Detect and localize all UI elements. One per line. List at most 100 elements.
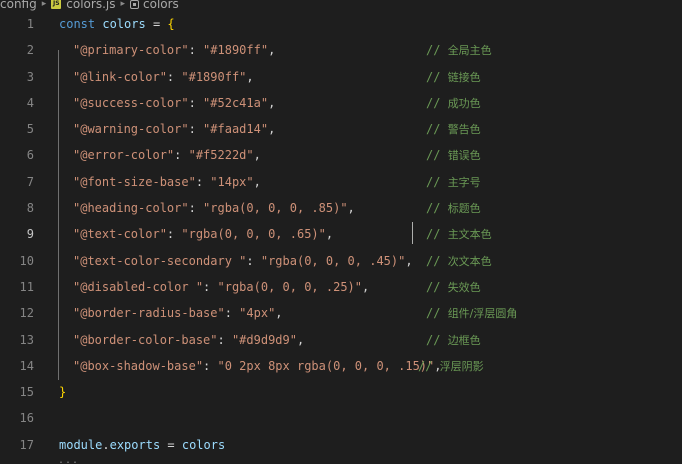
code-comment: // 边框色 xyxy=(426,327,481,354)
chevron-right-icon: ▸ xyxy=(120,0,125,9)
code-line[interactable]: 14 "@box-shadow-base": "0 2px 8px rgba(0,… xyxy=(0,353,682,379)
code-token: module xyxy=(59,437,103,452)
code-token: exports xyxy=(109,437,161,452)
comment-text: 警告色 xyxy=(447,123,481,137)
code-token: "#52c41a" xyxy=(203,95,269,110)
code-token: : xyxy=(203,279,218,294)
code-line[interactable]: 13 "@border-color-base": "#d9d9d9", // 边框色 xyxy=(0,327,682,353)
code-token: } xyxy=(59,385,67,400)
code-comment: // 链接色 xyxy=(426,64,481,91)
code-comment: // 全局主色 xyxy=(426,37,492,64)
comment-text: 次文本色 xyxy=(447,254,492,268)
code-token: "@text-color-secondary " xyxy=(73,253,247,268)
comment-text: 全局主色 xyxy=(447,44,492,58)
code-line[interactable]: 7 "@font-size-base": "14px", // 主字号 xyxy=(0,169,682,195)
code-line[interactable]: 12 "@border-radius-base": "4px", // 组件/浮层圆… xyxy=(0,300,682,326)
line-number: 10 xyxy=(19,253,34,268)
code-token: "@border-color-base" xyxy=(73,332,218,347)
code-text: "@link-color": "#1890ff", xyxy=(73,64,254,90)
code-token: const xyxy=(59,17,103,31)
code-token: , xyxy=(268,43,276,58)
code-token: "@heading-color" xyxy=(73,201,189,216)
code-token: , xyxy=(253,148,261,163)
code-area[interactable]: 1 const colors = {2 "@primary-color": "#18… xyxy=(0,11,682,458)
comment-prefix: // xyxy=(426,122,448,137)
code-comment: // 成功色 xyxy=(426,90,481,117)
line-number: 1 xyxy=(26,17,34,31)
javascript-file-icon: JS xyxy=(51,0,62,9)
code-token: , xyxy=(362,279,370,294)
code-editor[interactable]: config ▸ JS colors.js ▸ colors 1 const co… xyxy=(0,0,682,464)
code-text: "@text-color-secondary ": "rgba(0, 0, 0,… xyxy=(73,248,413,274)
line-number: 3 xyxy=(26,69,34,84)
code-token: "#f5222d" xyxy=(188,148,254,163)
code-token: : xyxy=(246,253,261,268)
breadcrumb-symbol[interactable]: colors xyxy=(143,0,179,11)
code-line[interactable]: 11 "@disabled-color ": "rgba(0, 0, 0, .25… xyxy=(0,274,682,300)
code-line[interactable]: 15} xyxy=(0,379,682,405)
code-token: "#faad14" xyxy=(203,122,269,137)
code-line[interactable]: 16 xyxy=(0,405,682,431)
code-token: : xyxy=(174,148,189,163)
line-number: 7 xyxy=(26,174,34,189)
code-token: "0 2px 8px rgba(0, 0, 0, .15)" xyxy=(217,358,435,373)
code-token: "14px" xyxy=(210,174,254,189)
comment-prefix: // xyxy=(418,358,440,373)
line-number: 15 xyxy=(19,385,34,400)
code-text: "@border-color-base": "#d9d9d9", xyxy=(73,327,304,353)
comment-prefix: // xyxy=(426,306,448,321)
code-line[interactable]: 8 "@heading-color": "rgba(0, 0, 0, .85)",… xyxy=(0,195,682,221)
code-line[interactable]: 1 const colors = { xyxy=(0,11,682,37)
comment-text: 浮层阴影 xyxy=(439,359,484,373)
code-text: "@text-color": "rgba(0, 0, 0, .65)", xyxy=(73,221,333,247)
code-token: = xyxy=(160,437,182,452)
code-line[interactable]: 17 module.exports = colors xyxy=(0,432,682,458)
code-line[interactable]: 5 "@warning-color": "#faad14", // 警告色 xyxy=(0,116,682,142)
code-token: , xyxy=(325,227,334,242)
variable-symbol-icon xyxy=(130,0,139,9)
code-text: "@font-size-base": "14px", xyxy=(73,169,261,195)
comment-prefix: // xyxy=(426,148,448,163)
code-token: colors xyxy=(102,17,146,31)
code-token: "@border-radius-base" xyxy=(73,306,225,321)
code-token: "@font-size-base" xyxy=(73,174,196,189)
line-number: 4 xyxy=(26,95,34,110)
code-token: "rgba(0, 0, 0, .85)" xyxy=(203,201,348,216)
line-number: 13 xyxy=(19,332,34,347)
code-token: : xyxy=(188,43,204,58)
code-token: "#1890ff" xyxy=(203,43,269,58)
code-token: "@box-shadow-base" xyxy=(73,358,204,373)
code-token: : xyxy=(188,95,204,110)
comment-prefix: // xyxy=(426,227,448,242)
code-text: } xyxy=(59,379,66,405)
comment-text: 错误色 xyxy=(447,149,481,163)
comment-prefix: // xyxy=(426,279,448,294)
code-text: "@error-color": "#f5222d", xyxy=(73,142,261,168)
code-token: "#1890ff" xyxy=(181,69,247,84)
code-line[interactable]: 3 "@link-color": "#1890ff", // 链接色 xyxy=(0,64,682,90)
chevron-right-icon: ▸ xyxy=(41,0,47,9)
code-text: const colors = { xyxy=(59,11,175,37)
line-number: 8 xyxy=(26,201,34,216)
code-token: , xyxy=(268,95,276,110)
code-comment: // 组件/浮层圆角 xyxy=(426,300,517,327)
code-token: : xyxy=(166,227,182,242)
code-text: "@warning-color": "#faad14", xyxy=(73,116,275,142)
code-line[interactable]: 6 "@error-color": "#f5222d", // 错误色 xyxy=(0,142,682,168)
code-line[interactable]: 4 "@success-color": "#52c41a", // 成功色 xyxy=(0,90,682,116)
line-number: 16 xyxy=(19,411,34,426)
code-comment: // 主字号 xyxy=(426,169,481,196)
code-line[interactable]: 2 "@primary-color": "#1890ff", // 全局主色 xyxy=(0,37,682,63)
code-token: , xyxy=(268,122,276,137)
code-token: : xyxy=(217,332,232,347)
breadcrumb-folder[interactable]: config xyxy=(0,0,37,11)
line-number: 5 xyxy=(26,122,34,137)
code-line[interactable]: 10 "@text-color-secondary ": "rgba(0, 0, … xyxy=(0,248,682,274)
code-token: : xyxy=(203,358,218,373)
breadcrumb-file[interactable]: colors.js xyxy=(66,0,115,11)
comment-text: 主字号 xyxy=(447,175,481,189)
code-comment: // 错误色 xyxy=(426,142,481,169)
code-line[interactable]: 9 "@text-color": "rgba(0, 0, 0, .65)", // … xyxy=(0,221,682,247)
comment-prefix: // xyxy=(426,332,448,347)
code-token: : xyxy=(224,306,240,321)
